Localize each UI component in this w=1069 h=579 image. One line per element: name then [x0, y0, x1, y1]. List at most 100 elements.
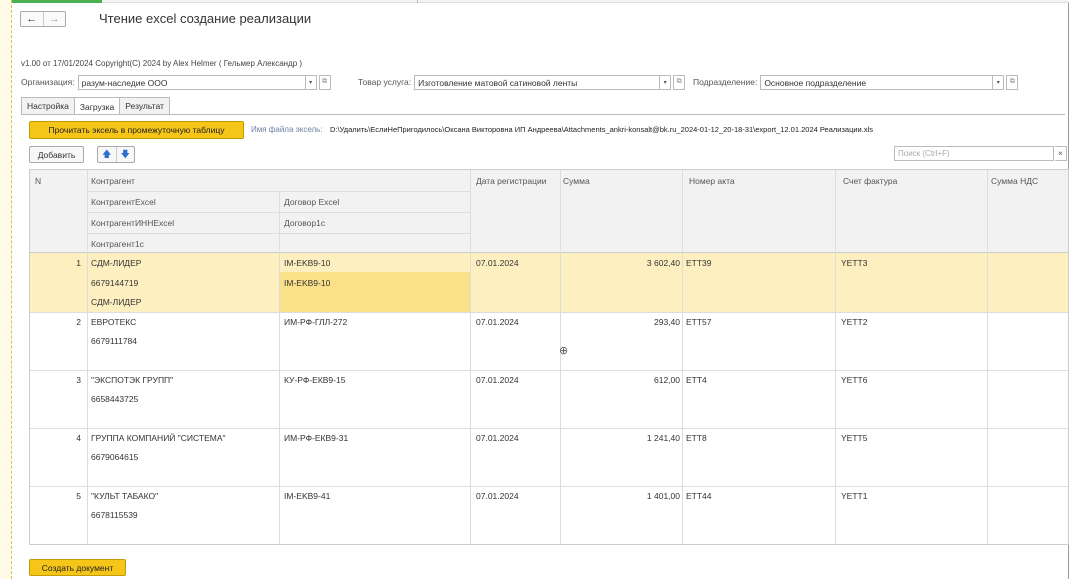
open-link-icon[interactable]: ⧉ [1006, 74, 1019, 90]
row-invoice[interactable]: YETT3 [838, 258, 988, 268]
form-window: ← → Чтение excel создание реализации v1.… [12, 3, 1069, 579]
goods-field-row: Товар услуга: Изготовление матовой сатин… [358, 74, 686, 90]
left-edge-strip [0, 0, 12, 579]
row-date[interactable]: 07.01.2024 [473, 317, 561, 327]
tab-load[interactable]: Загрузка [73, 97, 121, 115]
tab-settings[interactable]: Настройка [21, 97, 75, 114]
forward-icon[interactable]: → [42, 12, 66, 26]
close-icon[interactable]: × [1055, 146, 1067, 161]
header-kontragent[interactable]: Контрагент [88, 176, 468, 186]
row-invoice[interactable]: YETT2 [838, 317, 988, 327]
nav-buttons: ← → [20, 11, 66, 27]
header-invoice[interactable]: Счет фактура [840, 176, 990, 186]
row-kontragent[interactable]: "КУЛЬТ ТАБАКО" [88, 491, 278, 501]
header-kontragent-inn[interactable]: КонтрагентИННExcel [88, 218, 278, 228]
row-date[interactable]: 07.01.2024 [473, 375, 561, 385]
row-contract[interactable]: ИМ-РФ-ГЛЛ-272 [281, 317, 471, 327]
row-contract[interactable]: ИМ-РФ-ЕКВ9-31 [281, 433, 471, 443]
goods-input[interactable]: Изготовление матовой сатиновой ленты [414, 74, 661, 90]
row-sum[interactable]: 1 241,40 [561, 433, 683, 443]
dept-field-row: Подразделение: Основное подразделение ▾ … [693, 74, 1019, 90]
arrow-up-icon[interactable]: 🡅 [98, 147, 116, 162]
row-date[interactable]: 07.01.2024 [473, 258, 561, 268]
row-date[interactable]: 07.01.2024 [473, 491, 561, 501]
row-kontragent[interactable]: ГРУППА КОМПАНИЙ "СИСТЕМА" [88, 433, 278, 443]
dept-input[interactable]: Основное подразделение [760, 74, 994, 90]
row-divider [30, 370, 1068, 371]
org-field-row: Организация: разум-наследие ООО ▾ ⧉ [21, 74, 331, 90]
filename-value[interactable]: D:\Удалить\ЕслиНеПригодилось\Оксана Викт… [330, 125, 873, 134]
row-number[interactable]: 5 [30, 491, 84, 501]
row-kontragent1c[interactable]: СДМ-ЛИДЕР [88, 297, 278, 307]
tab-underline [21, 114, 1065, 115]
chevron-down-icon[interactable]: ▾ [660, 74, 672, 90]
column-divider [987, 170, 988, 544]
row-invoice[interactable]: YETT5 [838, 433, 988, 443]
row-kontragent[interactable]: "ЭКСПОТЭК ГРУПП" [88, 375, 278, 385]
row-inn[interactable]: 6678115539 [88, 510, 278, 520]
row-date[interactable]: 07.01.2024 [473, 433, 561, 443]
dept-label: Подразделение: [693, 77, 758, 87]
row-sum[interactable]: 3 602,40 [561, 258, 683, 268]
row-act[interactable]: ETT39 [683, 258, 833, 268]
arrow-down-icon[interactable]: 🡇 [115, 147, 135, 162]
row-sum[interactable]: 1 401,00 [561, 491, 683, 501]
column-divider [560, 170, 561, 544]
row-inn[interactable]: 6658443725 [88, 394, 278, 404]
row-act[interactable]: ETT57 [683, 317, 833, 327]
row-inn[interactable]: 6679144719 [88, 278, 278, 288]
back-icon[interactable]: ← [21, 12, 43, 26]
goods-label: Товар услуга: [358, 77, 412, 87]
row-number[interactable]: 4 [30, 433, 84, 443]
row-contract[interactable]: IM-EKB9-10 [281, 258, 471, 268]
chevron-down-icon[interactable]: ▾ [993, 74, 1005, 90]
data-table: N Контрагент КонтрагентExcel Договор Exc… [29, 169, 1069, 545]
header-n[interactable]: N [32, 176, 82, 186]
row-divider [30, 312, 1068, 313]
row-invoice[interactable]: YETT1 [838, 491, 988, 501]
header-vat[interactable]: Сумма НДС [988, 176, 1068, 186]
row-contract[interactable]: КУ-РФ-ЕКВ9-15 [281, 375, 471, 385]
header-kontragent-excel[interactable]: КонтрагентExcel [88, 197, 278, 207]
search-input[interactable]: Поиск (Ctrl+F) [894, 146, 1054, 161]
row-kontragent[interactable]: СДМ-ЛИДЕР [88, 258, 278, 268]
column-divider [279, 191, 280, 544]
row-sum[interactable]: 293,40 [561, 317, 683, 327]
row-act[interactable]: ETT44 [683, 491, 833, 501]
column-divider [682, 170, 683, 544]
org-input[interactable]: разум-наследие ООО [77, 74, 306, 90]
column-divider [470, 170, 471, 544]
org-label: Организация: [21, 77, 75, 87]
row-number[interactable]: 1 [30, 258, 84, 268]
filename-label: Имя файла эксель: [251, 125, 323, 134]
header-dogovor1c[interactable]: Договор1с [281, 218, 471, 228]
row-act[interactable]: ETT8 [683, 433, 833, 443]
chevron-down-icon[interactable]: ▾ [305, 74, 317, 90]
row-contract1c[interactable]: IM-EKB9-10 [281, 278, 471, 288]
row-inn[interactable]: 6679064615 [88, 452, 278, 462]
row-inn[interactable]: 6679111784 [88, 336, 278, 346]
row-sum[interactable]: 612,00 [561, 375, 683, 385]
row-number[interactable]: 3 [30, 375, 84, 385]
column-divider [835, 170, 836, 544]
add-button[interactable]: Добавить [29, 146, 84, 163]
tab-result[interactable]: Результат [119, 97, 170, 114]
header-act[interactable]: Номер акта [686, 176, 836, 186]
row-act[interactable]: ETT4 [683, 375, 833, 385]
row-contract[interactable]: IM-EKB9-41 [281, 491, 471, 501]
page-title: Чтение excel создание реализации [99, 11, 312, 26]
header-date[interactable]: Дата регистрации [473, 176, 561, 186]
row-number[interactable]: 2 [30, 317, 84, 327]
header-kontragent1c[interactable]: Контрагент1с [88, 239, 278, 249]
header-sum[interactable]: Сумма [560, 176, 680, 186]
header-dogovor-excel[interactable]: Договор Excel [281, 197, 471, 207]
open-link-icon[interactable]: ⧉ [318, 74, 331, 90]
row-invoice[interactable]: YETT6 [838, 375, 988, 385]
read-excel-button[interactable]: Прочитать эксель в промежуточную таблицу [29, 121, 244, 139]
row-divider [30, 544, 1069, 545]
open-link-icon[interactable]: ⧉ [673, 74, 686, 90]
move-buttons: 🡅 🡇 [97, 146, 135, 163]
create-document-button[interactable]: Создать документ [29, 559, 126, 576]
row-kontragent[interactable]: ЕВРОТЕКС [88, 317, 278, 327]
tab-bar: Настройка Загрузка Результат [21, 97, 170, 115]
